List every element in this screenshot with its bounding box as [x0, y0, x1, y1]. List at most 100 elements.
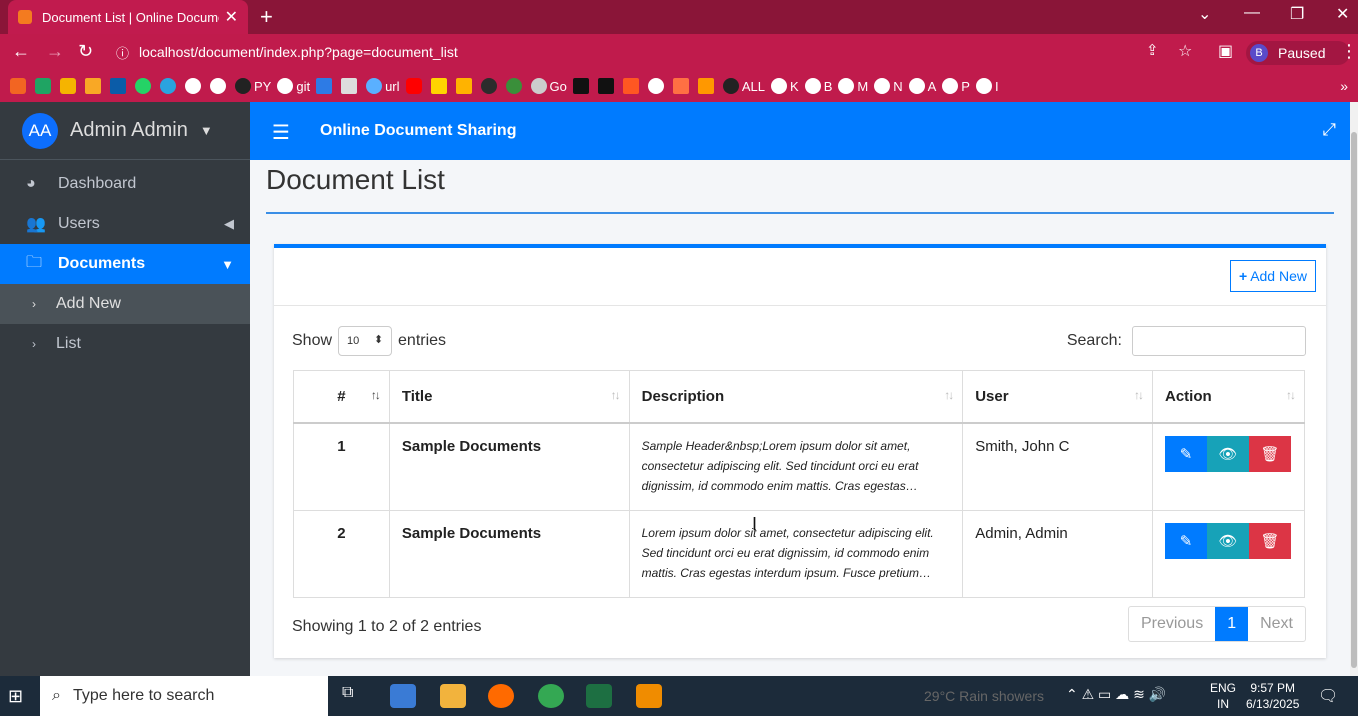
task-view-icon[interactable]: ⧉	[342, 684, 368, 708]
language-indicator[interactable]: ENG IN	[1210, 680, 1236, 712]
delete-button[interactable]: 🗑	[1248, 435, 1291, 472]
bookmark-star-icon[interactable]: ☆	[1178, 41, 1192, 61]
page-button-current[interactable]: 1	[1215, 607, 1249, 641]
bookmark-item[interactable]	[60, 78, 79, 94]
search-input[interactable]	[1132, 326, 1306, 356]
windows-start-icon[interactable]: ⊞	[8, 686, 23, 707]
bookmark-item[interactable]	[185, 78, 204, 94]
bookmark-item[interactable]	[316, 78, 335, 94]
vlc-icon[interactable]	[636, 684, 662, 708]
bookmark-k[interactable]: K	[771, 78, 799, 94]
bookmarks-overflow-icon[interactable]: »	[1340, 78, 1348, 94]
menu-kebab-icon[interactable]: ⋮	[1340, 41, 1358, 62]
system-tray-icons[interactable]: ⌃ ⚠ ▭ ☁ ≋ 🔊	[1066, 686, 1166, 703]
view-button[interactable]: 👁	[1206, 435, 1249, 472]
browser-tab[interactable]: Document List | Online Documen ✕	[8, 0, 248, 34]
sidebar-item-add-new[interactable]: › Add New	[0, 284, 250, 324]
next-button[interactable]: Next	[1248, 607, 1305, 641]
sort-asc-icon: ↑↓	[370, 388, 381, 402]
sidepanel-icon[interactable]: ▣	[1218, 41, 1233, 61]
page-size-select[interactable]: 10 ⬍	[338, 326, 393, 356]
bookmark-icon	[480, 78, 497, 94]
bookmark-item[interactable]	[85, 78, 104, 94]
bookmark-item[interactable]	[135, 78, 154, 94]
bookmark-git[interactable]: git	[277, 78, 310, 94]
edit-button[interactable]: ✎	[1164, 522, 1207, 559]
bookmark-item[interactable]	[160, 78, 179, 94]
fullscreen-icon[interactable]: ⤢	[1322, 120, 1336, 140]
new-tab-icon[interactable]: +	[260, 4, 273, 30]
profile-button[interactable]: B Paused	[1246, 41, 1350, 65]
notifications-icon[interactable]: 🗨	[1318, 686, 1338, 706]
bookmark-p[interactable]: P	[942, 78, 970, 94]
file-explorer-icon[interactable]	[440, 684, 466, 708]
bookmark-item[interactable]	[480, 78, 500, 94]
clock[interactable]: 9:57 PM 6/13/2025	[1246, 680, 1299, 712]
caret-down-icon[interactable]: ▼	[200, 123, 213, 138]
add-new-button[interactable]: + Add New	[1230, 260, 1316, 292]
bookmark-item[interactable]	[10, 78, 29, 94]
sidebar-item-users[interactable]: 👥 Users ◀	[0, 204, 250, 244]
bookmark-item[interactable]	[572, 78, 592, 94]
bookmark-all[interactable]: ALL	[722, 78, 765, 94]
tab-search-icon[interactable]: ⌄	[1198, 4, 1211, 24]
table-info: Showing 1 to 2 of 2 entries	[292, 618, 482, 635]
window-close-icon[interactable]: ✕	[1336, 4, 1349, 24]
taskbar-search[interactable]: ⌕ Type here to search	[40, 676, 328, 716]
sidebar-item-dashboard[interactable]: ◕ Dashboard	[0, 164, 250, 204]
copilot-icon[interactable]	[390, 684, 416, 708]
firefox-icon[interactable]	[488, 684, 514, 708]
bookmark-item[interactable]	[210, 78, 229, 94]
column-header-title[interactable]: Title ↑↓	[388, 370, 630, 424]
bookmark-go[interactable]: Go	[530, 78, 567, 94]
search-icon: ⌕	[52, 687, 61, 704]
minimize-icon[interactable]: —	[1244, 4, 1260, 22]
bookmark-item[interactable]	[405, 78, 425, 94]
chrome-icon[interactable]	[538, 684, 564, 708]
sidebar-item-documents[interactable]: 🗀 Documents ▼	[0, 244, 250, 284]
column-header-user[interactable]: User ↑↓	[962, 370, 1153, 424]
weather-widget[interactable]: 29°C Rain showers	[924, 688, 1044, 704]
hamburger-menu-icon[interactable]: ☰	[272, 120, 290, 145]
bookmark-item[interactable]	[672, 78, 692, 94]
info-icon[interactable]: ⓘ	[116, 43, 129, 62]
bookmark-item[interactable]	[35, 78, 54, 94]
column-header-action[interactable]: Action ↑↓	[1151, 370, 1306, 424]
reload-icon[interactable]: ↻	[78, 41, 93, 62]
previous-button[interactable]: Previous	[1129, 607, 1215, 641]
excel-icon[interactable]	[586, 684, 612, 708]
bookmark-n[interactable]: N	[874, 78, 903, 94]
bookmark-item[interactable]	[505, 78, 525, 94]
bookmark-a[interactable]: A	[908, 78, 936, 94]
bookmark-item[interactable]	[430, 78, 450, 94]
bookmark-item[interactable]	[341, 78, 360, 94]
bookmark-item[interactable]	[647, 78, 667, 94]
bookmark-m[interactable]: M	[838, 78, 868, 94]
google-icon	[210, 78, 226, 94]
scrollbar-thumb[interactable]	[1351, 132, 1357, 668]
bookmark-py[interactable]: PY	[235, 78, 271, 94]
back-icon[interactable]: ←	[12, 41, 30, 62]
bookmark-item[interactable]	[697, 78, 717, 94]
edit-button[interactable]: ✎	[1164, 435, 1207, 472]
bookmark-item[interactable]	[597, 78, 617, 94]
column-header-number[interactable]: # ↑↓	[293, 370, 390, 424]
bookmark-item[interactable]	[622, 78, 642, 94]
user-panel[interactable]: AA Admin Admin ▼	[0, 102, 250, 160]
bookmark-item[interactable]	[455, 78, 475, 94]
app-title[interactable]: Online Document Sharing	[320, 122, 516, 140]
column-header-description[interactable]: Description ↑↓	[628, 370, 964, 424]
restore-icon[interactable]: ❐	[1290, 4, 1304, 24]
bookmark-b[interactable]: B	[804, 78, 832, 94]
bookmark-url[interactable]: url	[366, 78, 400, 94]
sidebar-item-list[interactable]: › List	[0, 324, 250, 364]
share-icon[interactable]: ⇪	[1146, 41, 1159, 59]
url-field[interactable]: ⓘ localhost/document/index.php?page=docu…	[104, 38, 1204, 66]
forward-icon[interactable]: →	[46, 41, 64, 62]
bookmark-i[interactable]: I	[975, 78, 999, 94]
delete-button[interactable]: 🗑	[1248, 522, 1291, 559]
bookmark-item[interactable]	[110, 78, 129, 94]
bookmark-icon	[697, 78, 714, 94]
view-button[interactable]: 👁	[1206, 522, 1249, 559]
close-icon[interactable]: ✕	[225, 7, 238, 27]
